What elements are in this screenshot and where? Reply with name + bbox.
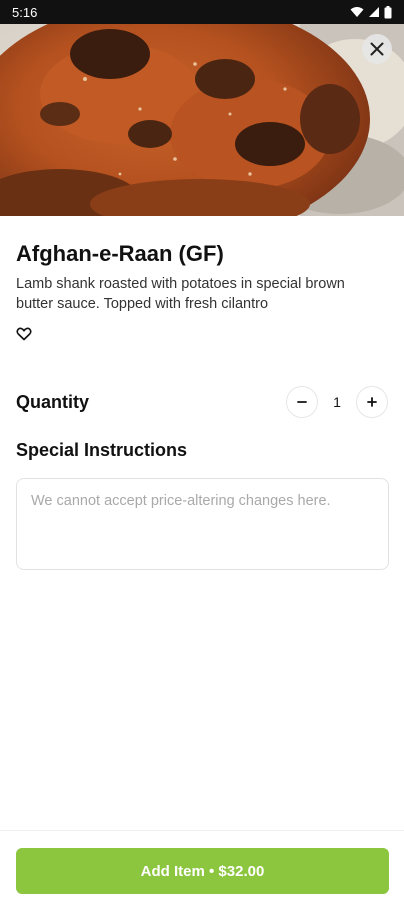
wifi-icon: [350, 7, 364, 17]
signal-icon: [369, 7, 379, 17]
special-instructions-label: Special Instructions: [16, 440, 188, 460]
minus-icon: [297, 401, 307, 403]
quantity-value: 1: [333, 394, 341, 410]
heart-icon: [16, 327, 32, 341]
battery-icon: [384, 5, 392, 18]
footer-divider: [0, 830, 404, 831]
status-time: 5:16: [12, 4, 38, 20]
add-item-button[interactable]: Add Item • $32.00: [16, 848, 389, 894]
special-instructions-input[interactable]: [16, 478, 389, 570]
item-description: Lamb shank roasted with potatoes in spec…: [16, 276, 345, 312]
dish-photo: [0, 24, 404, 216]
close-button[interactable]: [362, 34, 392, 64]
status-bar: 5:16: [0, 0, 404, 24]
hero-image: [0, 24, 404, 216]
plus-icon: [367, 397, 377, 407]
quantity-decrement-button[interactable]: [286, 386, 318, 418]
favorite-button[interactable]: [16, 326, 32, 342]
quantity-label: Quantity: [16, 392, 90, 412]
close-icon: [370, 42, 384, 56]
status-icons: [350, 5, 392, 19]
item-title: Afghan-e-Raan (GF): [16, 241, 224, 266]
quantity-increment-button[interactable]: [356, 386, 388, 418]
